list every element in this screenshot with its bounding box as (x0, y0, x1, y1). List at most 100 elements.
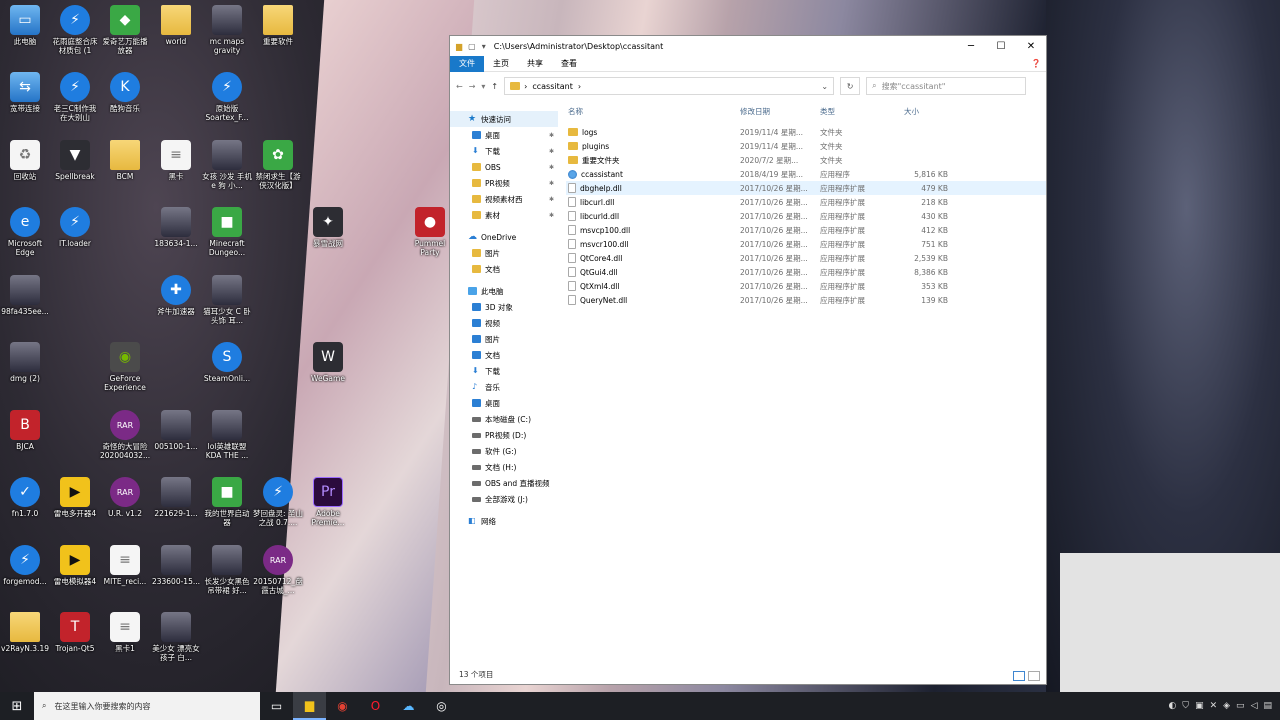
tray-shield-icon[interactable]: ⛉ (1182, 701, 1189, 711)
desktop-icon[interactable]: v2RayN.3.19 (0, 612, 50, 653)
desktop-icon[interactable]: 重要软件 (253, 5, 303, 46)
desktop-icon[interactable]: ✿ 禁闭求生【游侠汉化版】 (253, 140, 303, 190)
tab-home[interactable]: 主页 (484, 56, 518, 72)
nav-pc-item[interactable]: 3D 对象 (450, 299, 558, 315)
chevron-down-icon[interactable]: ⌄ (821, 82, 828, 91)
desktop-icon[interactable]: BCM (100, 140, 150, 181)
task-view-button[interactable]: ▭ (260, 692, 293, 720)
desktop-icon[interactable]: ⚡ 原始版 Soartex_F... (202, 72, 252, 122)
desktop-icon[interactable]: Pr Adobe Premie... (303, 477, 353, 527)
desktop-icon[interactable]: ▭ 此电脑 (0, 5, 50, 46)
taskbar-obs[interactable]: ◎ (425, 692, 458, 720)
desktop-icon[interactable]: ▶ 雷电多开器4 (50, 477, 100, 518)
tray-app-icon[interactable]: ▣ (1195, 701, 1204, 711)
taskbar-search-box[interactable]: ⌕ 在这里输入你要搜索的内容 (34, 692, 260, 720)
nav-drive[interactable]: OBS and 直播视频 (450, 475, 558, 491)
nav-quick-item[interactable]: 素材 ✱ (450, 207, 558, 223)
desktop-icon[interactable]: ⚡ 梦回盘灵: 圣山之战 0.7.... (253, 477, 303, 527)
notification-icon[interactable]: ▤ (1263, 701, 1272, 711)
desktop-icon[interactable]: lol英雄联盟 KDA THE ... (202, 410, 252, 460)
desktop-icon[interactable]: B BJCA (0, 410, 50, 451)
nav-this-pc[interactable]: 此电脑 (450, 283, 558, 299)
nav-onedrive-item[interactable]: 文档 (450, 261, 558, 277)
desktop-icon[interactable]: ◆ 爱奇艺万能播放器 (100, 5, 150, 55)
file-row[interactable]: QtXml4.dll 2017/10/26 星期... 应用程序扩展 353 KB (566, 279, 1046, 293)
search-input[interactable]: ⌕ 搜索"ccassitant" (866, 77, 1027, 95)
desktop-icon[interactable]: K 酷狗音乐 (100, 72, 150, 113)
details-view-button[interactable] (1013, 671, 1025, 681)
tray-app-icon[interactable]: ◐ (1168, 701, 1176, 711)
maximize-button[interactable]: ☐ (986, 41, 1016, 52)
breadcrumb-ccassitant[interactable]: ccassitant (532, 82, 573, 91)
file-row[interactable]: QtGui4.dll 2017/10/26 星期... 应用程序扩展 8,386 KB (566, 265, 1046, 279)
file-row[interactable]: 重要文件夹 2020/7/2 星期... 文件夹 (566, 153, 1046, 167)
column-date-header[interactable]: 修改日期 (740, 106, 820, 117)
desktop-icon[interactable]: ✓ fn1.7.0 (0, 477, 50, 518)
tray-app-icon[interactable]: ◈ (1223, 701, 1230, 711)
refresh-button[interactable]: ↻ (840, 77, 861, 95)
close-button[interactable]: ✕ (1016, 41, 1046, 52)
desktop-icon[interactable]: dmg (2) (0, 342, 50, 383)
desktop-icon[interactable]: ≡ MITE_reci... (100, 545, 150, 586)
file-row[interactable]: dbghelp.dll 2017/10/26 星期... 应用程序扩展 479 KB (566, 181, 1046, 195)
file-row[interactable]: QueryNet.dll 2017/10/26 星期... 应用程序扩展 139 KB (566, 293, 1046, 307)
file-row[interactable]: ccassistant 2018/4/19 星期... 应用程序 5,816 KB (566, 167, 1046, 181)
desktop-icon[interactable]: e Microsoft Edge (0, 207, 50, 257)
nav-quick-item[interactable]: 桌面 ✱ (450, 127, 558, 143)
desktop-icon[interactable]: ≡ 黑卡1 (100, 612, 150, 653)
start-button[interactable]: ⊞ (0, 699, 34, 714)
nav-drive[interactable]: 文档 (H:) (450, 459, 558, 475)
nav-quick-item[interactable]: 视频素材西 ✱ (450, 191, 558, 207)
nav-quick-item[interactable]: ⬇ 下载 ✱ (450, 143, 558, 159)
nav-pc-item[interactable]: 图片 (450, 331, 558, 347)
volume-icon[interactable]: ◁ (1251, 701, 1258, 711)
desktop-icon[interactable]: ♻ 回收站 (0, 140, 50, 181)
desktop-icon[interactable]: ■ Minecraft Dungeo... (202, 207, 252, 257)
taskbar-file-explorer[interactable]: ▆ (293, 692, 326, 720)
nav-quick-access[interactable]: ★ 快速访问 (450, 111, 558, 127)
column-type-header[interactable]: 类型 (820, 106, 892, 117)
nav-network[interactable]: ◧ 网络 (450, 513, 558, 529)
nav-drive[interactable]: 软件 (G:) (450, 443, 558, 459)
nav-onedrive-item[interactable]: 图片 (450, 245, 558, 261)
nav-drive[interactable]: PR视频 (D:) (450, 427, 558, 443)
taskbar-opera[interactable]: O (359, 692, 392, 720)
column-name-header[interactable]: 名称 (566, 106, 740, 117)
nav-pc-item[interactable]: ⬇ 下载 (450, 363, 558, 379)
desktop-icon[interactable]: 猫耳少女 C 卧 头饰 耳... (202, 275, 252, 325)
nav-quick-item[interactable]: OBS ✱ (450, 159, 558, 175)
nav-drive[interactable]: 本地磁盘 (C:) (450, 411, 558, 427)
desktop-icon[interactable]: ⚡ 老三C制作我在大别山 (50, 72, 100, 122)
taskbar-chrome[interactable]: ◉ (326, 692, 359, 720)
desktop-icon[interactable]: 183634-1... (151, 207, 201, 248)
up-icon[interactable]: ↑ (491, 82, 498, 91)
desktop-icon[interactable]: ⚡ IT.loader (50, 207, 100, 248)
desktop-icon[interactable]: RAR 奇怪的大冒险 202004032... (100, 410, 150, 460)
desktop-icon[interactable]: ⚡ forgemod... (0, 545, 50, 586)
desktop-icon[interactable]: 美少女 漂亮女孩子 白... (151, 612, 201, 662)
large-icons-view-button[interactable] (1028, 671, 1040, 681)
nav-pc-item[interactable]: 文档 (450, 347, 558, 363)
desktop-icon[interactable]: W WeGame (303, 342, 353, 383)
desktop-icon[interactable]: T Trojan-Qt5 (50, 612, 100, 653)
forward-icon[interactable]: → (469, 82, 476, 91)
desktop-icon[interactable]: 221629-1... (151, 477, 201, 518)
nav-onedrive[interactable]: ☁ OneDrive (450, 229, 558, 245)
nav-pc-item[interactable]: ♪ 音乐 (450, 379, 558, 395)
nav-pc-item[interactable]: 视频 (450, 315, 558, 331)
taskbar-game-app[interactable]: ☁ (392, 692, 425, 720)
tab-view[interactable]: 查看 (552, 56, 586, 72)
desktop-icon[interactable]: RAR U.R. v1.2 (100, 477, 150, 518)
desktop-icon[interactable]: S SteamOnli... (202, 342, 252, 383)
file-row[interactable]: libcurl.dll 2017/10/26 星期... 应用程序扩展 218 KB (566, 195, 1046, 209)
chevron-down-icon[interactable]: ▾ (482, 42, 486, 51)
nav-quick-item[interactable]: PR视频 ✱ (450, 175, 558, 191)
desktop-icon[interactable]: ● Pummel Party (405, 207, 455, 257)
tab-file[interactable]: 文件 (450, 55, 484, 72)
properties-icon[interactable]: ▢ (468, 42, 476, 51)
tab-share[interactable]: 共享 (518, 56, 552, 72)
desktop-icon[interactable]: ⇆ 宽带连接 (0, 72, 50, 113)
desktop-icon[interactable]: ■ 我的世界启动器 (202, 477, 252, 527)
nav-drive[interactable]: 全部游戏 (J:) (450, 491, 558, 507)
file-row[interactable]: msvcr100.dll 2017/10/26 星期... 应用程序扩展 751 KB (566, 237, 1046, 251)
